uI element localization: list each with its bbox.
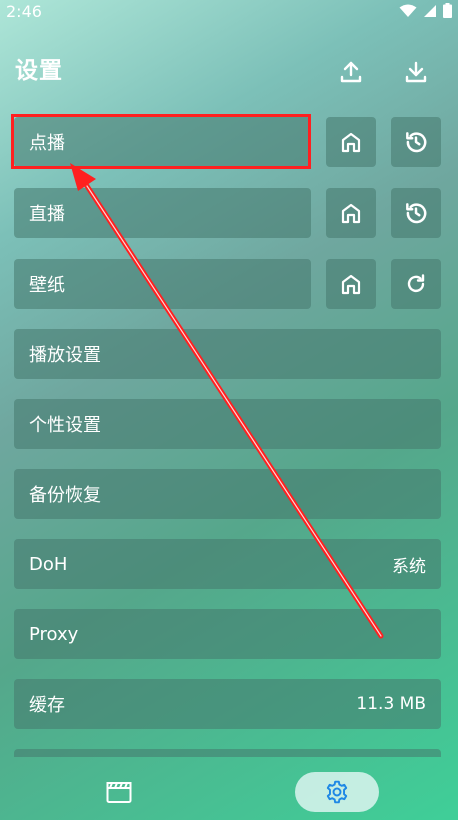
history-icon <box>406 203 427 224</box>
playback-settings-item[interactable]: 播放设置 <box>14 329 441 379</box>
status-bar: 2:46 <box>0 0 458 24</box>
signal-icon <box>424 4 436 17</box>
live-history-button[interactable] <box>391 188 441 238</box>
backup-restore-item[interactable]: 备份恢复 <box>14 469 441 519</box>
download-icon <box>405 61 427 83</box>
wifi-icon <box>399 4 417 17</box>
backup-restore-label: 备份恢复 <box>29 485 101 506</box>
wallpaper-label: 壁纸 <box>29 275 65 296</box>
doh-value: 系统 <box>392 556 426 577</box>
annotation-highlight-box <box>11 114 311 169</box>
playback-settings-label: 播放设置 <box>29 345 101 366</box>
personalization-label: 个性设置 <box>29 415 101 436</box>
personalization-item[interactable]: 个性设置 <box>14 399 441 449</box>
gear-icon <box>326 780 348 804</box>
proxy-label: Proxy <box>29 623 79 645</box>
doh-item[interactable]: DoH 系统 <box>14 539 441 589</box>
doh-label: DoH <box>29 553 68 575</box>
home-icon <box>341 132 361 153</box>
download-button[interactable] <box>400 56 432 88</box>
live-site-selector[interactable]: 直播 <box>14 188 311 238</box>
home-icon <box>341 274 361 295</box>
page-title: 设置 <box>15 58 63 84</box>
vod-home-button[interactable] <box>326 117 376 167</box>
status-time: 2:46 <box>6 2 42 21</box>
clapperboard-icon <box>106 782 132 803</box>
home-icon <box>341 203 361 224</box>
live-label: 直播 <box>29 204 65 225</box>
wallpaper-refresh-button[interactable] <box>391 259 441 309</box>
nav-vod-tab[interactable] <box>97 772 141 812</box>
refresh-icon <box>407 274 425 293</box>
cache-value: 11.3 MB <box>356 694 426 714</box>
cache-label: 缓存 <box>29 695 65 716</box>
bottom-nav <box>0 755 458 820</box>
upload-button[interactable] <box>335 56 367 88</box>
status-icons <box>399 3 452 18</box>
wallpaper-home-button[interactable] <box>326 259 376 309</box>
live-home-button[interactable] <box>326 188 376 238</box>
upload-icon <box>340 61 362 83</box>
nav-settings-tab[interactable] <box>295 772 379 812</box>
proxy-item[interactable]: Proxy <box>14 609 441 659</box>
cache-item[interactable]: 缓存 11.3 MB <box>14 679 441 729</box>
battery-icon <box>443 3 452 18</box>
vod-history-button[interactable] <box>391 117 441 167</box>
wallpaper-selector[interactable]: 壁纸 <box>14 259 311 309</box>
history-icon <box>406 132 427 153</box>
